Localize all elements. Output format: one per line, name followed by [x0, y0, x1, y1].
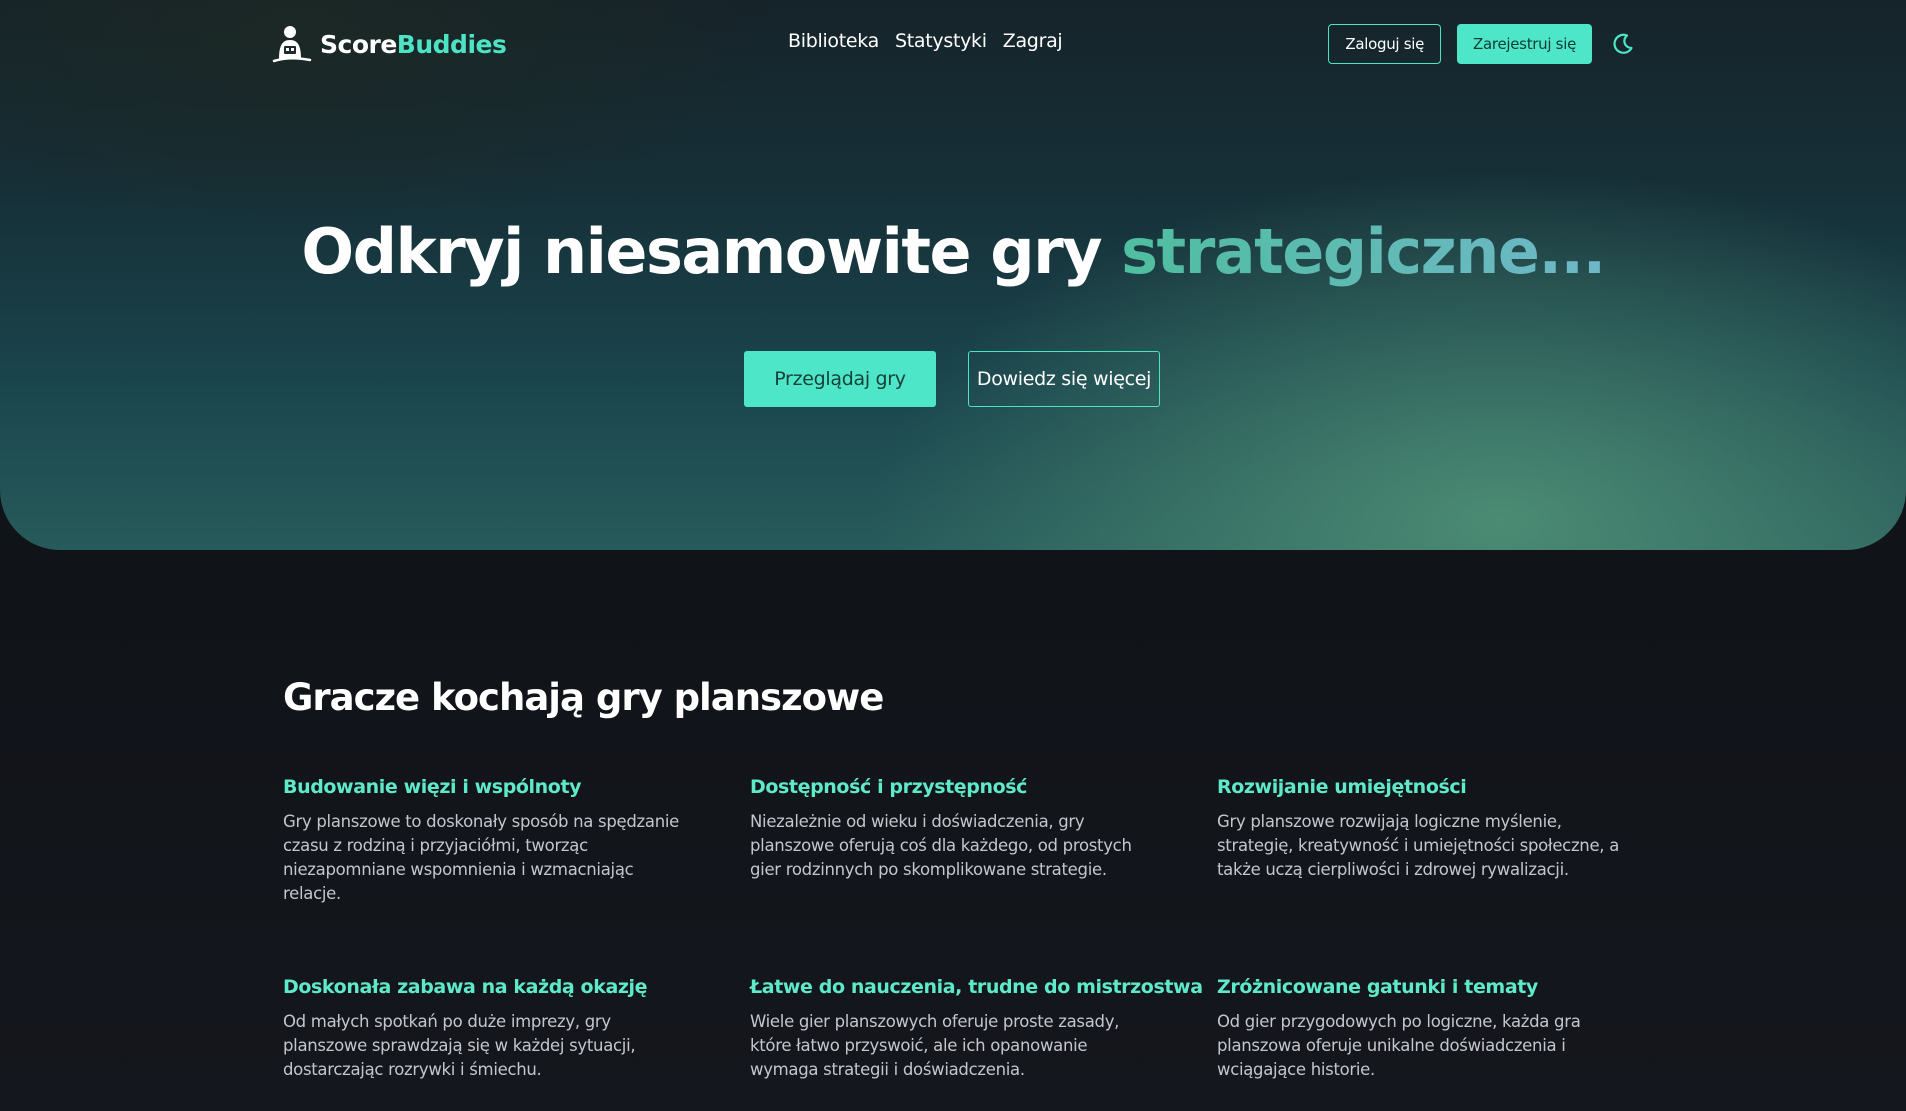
feature-title: Dostępność i przystępność: [750, 776, 1028, 798]
feature-title: Zróżnicowane gatunki i tematy: [1217, 976, 1538, 998]
feature-description: Gry planszowe rozwijają logiczne myśleni…: [1217, 812, 1620, 879]
hero-actions: Przeglądaj gry Dowiedz się więcej: [744, 351, 1160, 407]
learn-more-button[interactable]: Dowiedz się więcej: [968, 351, 1160, 407]
nav-link-zagraj[interactable]: Zagraj: [1003, 30, 1063, 52]
hero-headline: Odkryj niesamowite gry strategiczne...: [0, 212, 1906, 292]
brand-logo[interactable]: ScoreBuddies: [270, 24, 507, 64]
page: ScoreBuddies Biblioteka Statystyki Zagra…: [0, 0, 1906, 1111]
nav-link-biblioteka[interactable]: Biblioteka: [788, 30, 879, 52]
feature-item: Zróżnicowane gatunki i tematy Od gier pr…: [1217, 974, 1627, 1082]
login-button[interactable]: Zaloguj się: [1328, 24, 1442, 64]
browse-games-button[interactable]: Przeglądaj gry: [744, 351, 936, 407]
theme-toggle-icon[interactable]: [1610, 31, 1636, 57]
brand-name: ScoreBuddies: [320, 29, 507, 59]
feature-item: Łatwe do nauczenia, trudne do mistrzostw…: [750, 974, 1203, 1082]
feature-title: Łatwe do nauczenia, trudne do mistrzostw…: [750, 976, 1203, 998]
register-button[interactable]: Zarejestruj się: [1457, 24, 1592, 64]
hero-section: ScoreBuddies Biblioteka Statystyki Zagra…: [0, 0, 1906, 550]
feature-description: Od małych spotkań po duże imprezy, gry p…: [283, 1012, 636, 1079]
feature-title: Rozwijanie umiejętności: [1217, 776, 1467, 798]
feature-title: Doskonała zabawa na każdą okazję: [283, 976, 648, 998]
feature-item: Budowanie więzi i wspólnoty Gry planszow…: [283, 774, 693, 906]
nav-link-statystyki[interactable]: Statystyki: [895, 30, 987, 52]
feature-item: Doskonała zabawa na każdą okazję Od mały…: [283, 974, 693, 1082]
features-title: Gracze kochają gry planszowe: [283, 676, 884, 719]
person-with-board-icon: [270, 24, 314, 64]
headline-highlight: strategiczne...: [1121, 215, 1606, 288]
feature-description: Niezależnie od wieku i doświadczenia, gr…: [750, 812, 1132, 879]
feature-description: Wiele gier planszowych oferuje proste za…: [750, 1012, 1120, 1079]
feature-description: Gry planszowe to doskonały sposób na spę…: [283, 812, 680, 903]
top-navigation: ScoreBuddies Biblioteka Statystyki Zagra…: [270, 20, 1636, 68]
feature-item: Rozwijanie umiejętności Gry planszowe ro…: [1217, 774, 1627, 882]
auth-actions: Zaloguj się Zarejestruj się: [1328, 24, 1636, 64]
headline-text: Odkryj niesamowite gry: [301, 215, 1122, 288]
main-menu: Biblioteka Statystyki Zagraj: [788, 30, 1063, 52]
feature-title: Budowanie więzi i wspólnoty: [283, 776, 582, 798]
feature-item: Dostępność i przystępność Niezależnie od…: [750, 774, 1160, 882]
feature-description: Od gier przygodowych po logiczne, każda …: [1217, 1012, 1581, 1079]
